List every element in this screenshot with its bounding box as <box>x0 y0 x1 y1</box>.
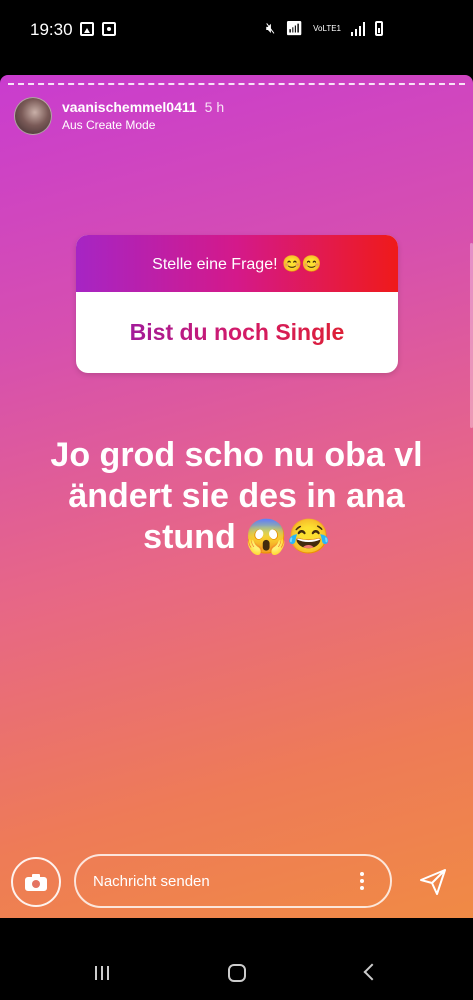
message-input[interactable]: Nachricht senden <box>74 854 392 908</box>
mute-icon: 🔇︎ <box>265 20 276 37</box>
question-text: Bist du noch Single <box>76 292 398 373</box>
recent-apps-icon[interactable] <box>95 966 109 980</box>
more-vertical-icon[interactable] <box>360 872 364 890</box>
story-username[interactable]: vaanischemmel0411 5 h <box>62 99 224 115</box>
battery-icon <box>375 21 383 36</box>
wifi-icon: 📶︎ <box>285 20 304 36</box>
home-icon[interactable] <box>228 964 246 982</box>
send-icon[interactable] <box>418 867 448 897</box>
status-left-icons <box>80 22 116 36</box>
image-icon <box>80 22 94 36</box>
question-prompt: Stelle eine Frage! 😊😊 <box>76 235 398 292</box>
status-right-icons: 🔇︎ 📶︎ VoLTE1 <box>266 20 383 37</box>
story-subtitle[interactable]: Aus Create Mode <box>62 118 155 132</box>
story-view[interactable]: vaanischemmel0411 5 h Aus Create Mode Ste… <box>0 75 473 918</box>
question-sticker[interactable]: Stelle eine Frage! 😊😊 Bist du noch Singl… <box>76 235 398 373</box>
message-placeholder: Nachricht senden <box>93 872 210 890</box>
story-progress-bar <box>8 83 465 88</box>
status-bar: 19:30 🔇︎ 📶︎ VoLTE1 <box>0 0 473 60</box>
avatar[interactable] <box>14 97 52 135</box>
back-icon[interactable] <box>363 963 381 981</box>
volte-icon: VoLTE1 <box>313 23 341 33</box>
screen-record-icon <box>102 22 116 36</box>
status-time: 19:30 <box>30 20 73 39</box>
story-time-ago: 5 h <box>204 99 225 115</box>
signal-icon <box>351 21 365 36</box>
username-text[interactable]: vaanischemmel0411 <box>62 99 197 115</box>
navigation-bar <box>0 918 473 1000</box>
camera-icon <box>25 874 47 891</box>
camera-button[interactable] <box>11 857 61 907</box>
answer-text: Jo grod scho nu oba vl ändert sie des in… <box>50 436 423 556</box>
